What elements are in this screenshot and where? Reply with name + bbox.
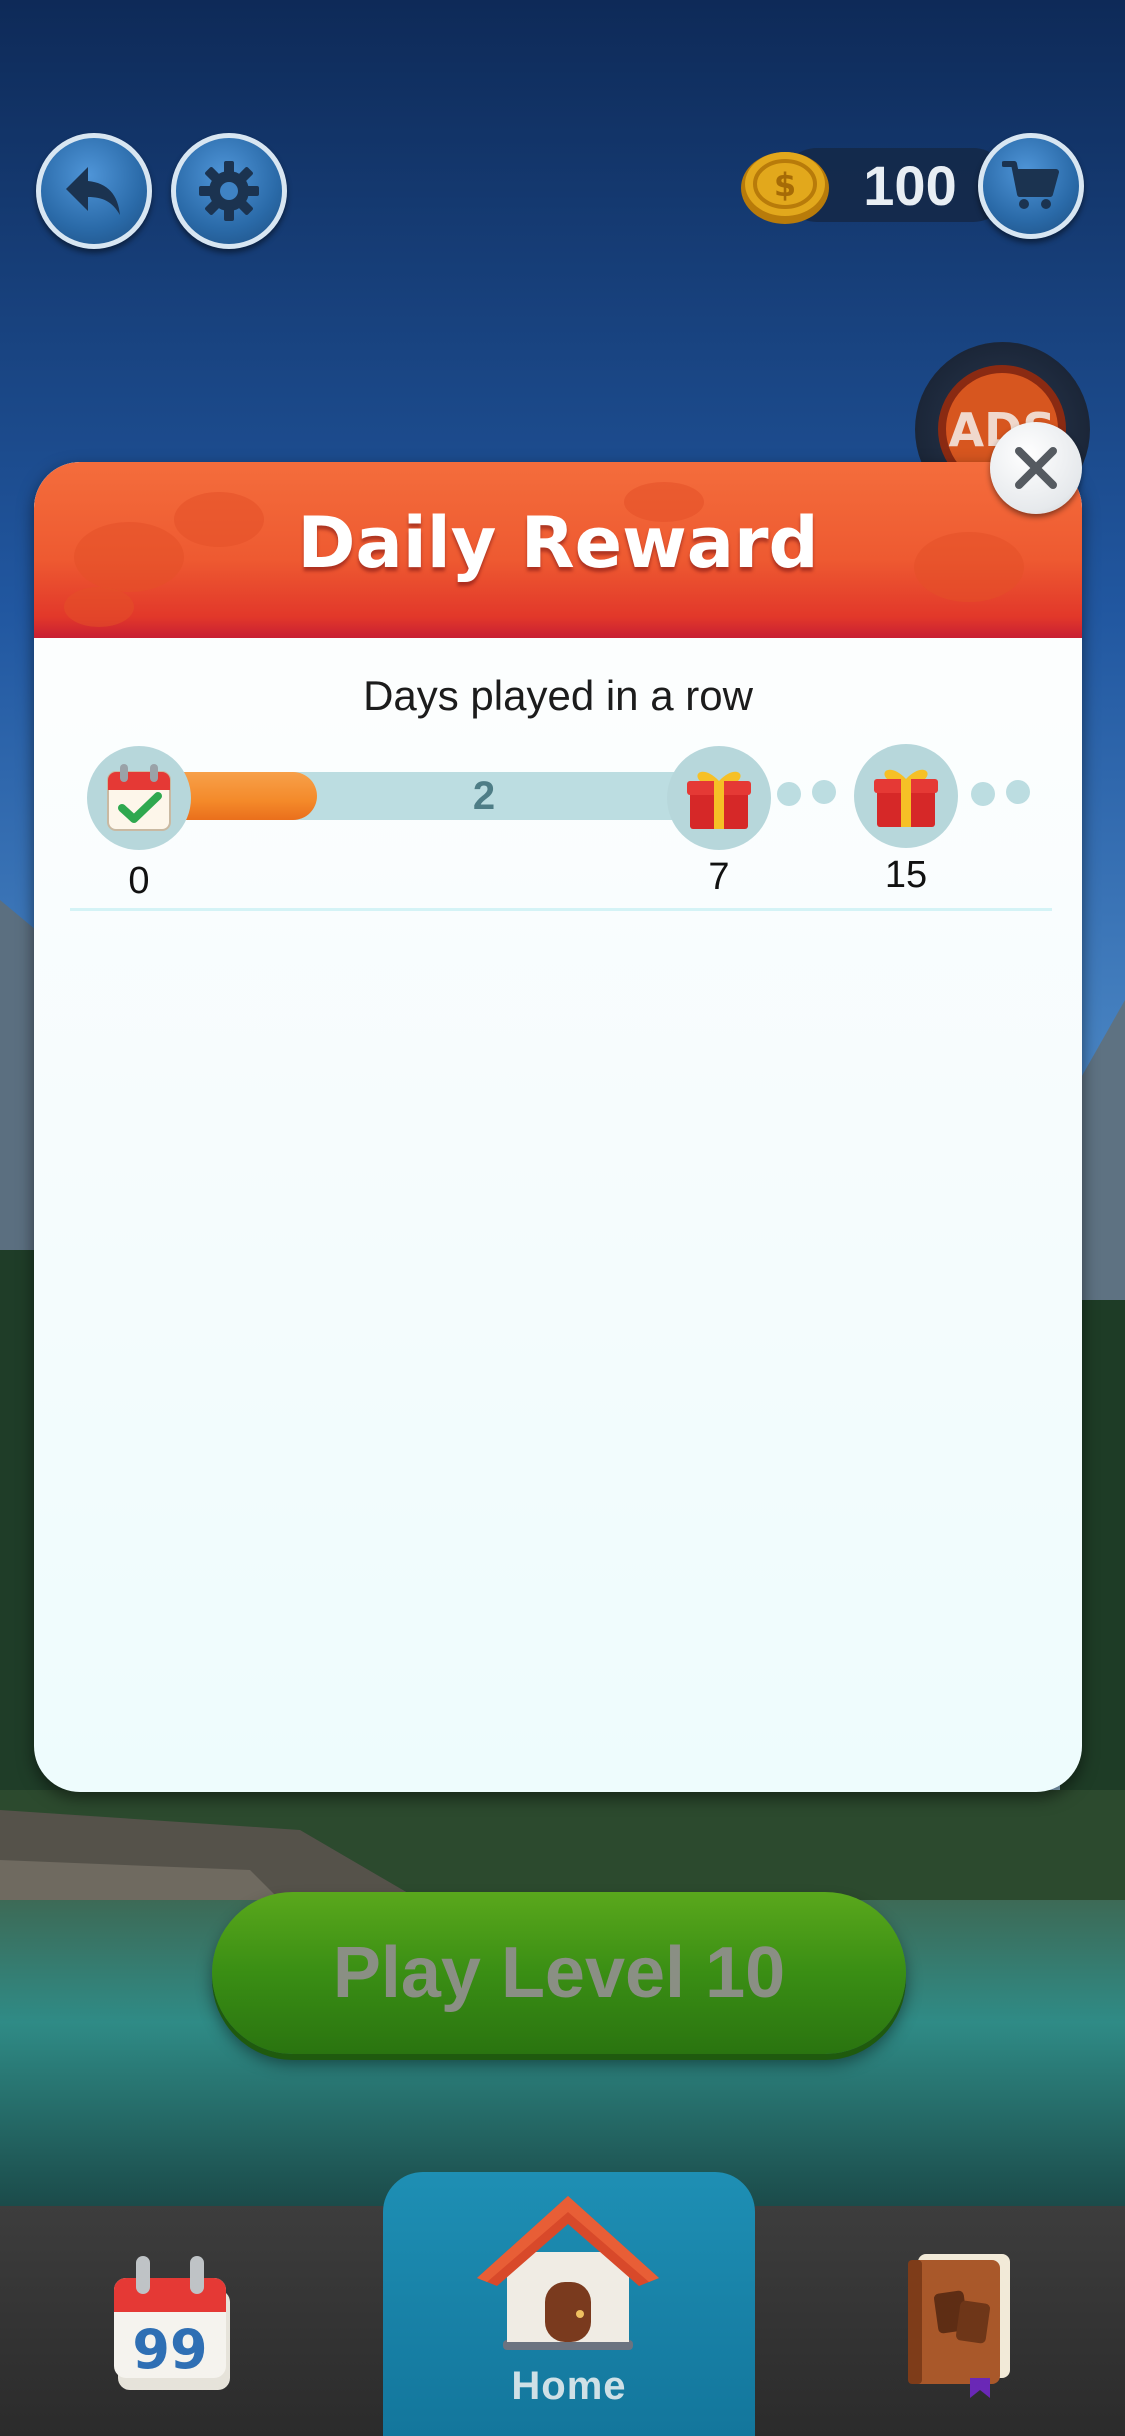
progress-dot bbox=[777, 782, 801, 806]
streak-start-marker bbox=[87, 746, 191, 850]
calendar-check-icon bbox=[107, 764, 171, 831]
streak-subtitle: Days played in a row bbox=[363, 672, 753, 719]
milestone-day-15[interactable] bbox=[854, 744, 958, 848]
close-button[interactable] bbox=[990, 422, 1082, 514]
progress-dot bbox=[812, 780, 836, 804]
header-decor bbox=[64, 587, 134, 627]
book-icon bbox=[908, 2254, 1010, 2398]
calendar-quote-icon: 99 bbox=[114, 2256, 230, 2390]
svg-text:$: $ bbox=[774, 166, 796, 204]
nav-daily-quotes[interactable]: 99 bbox=[112, 2246, 236, 2394]
gift-icon bbox=[874, 769, 938, 827]
gear-icon bbox=[199, 161, 259, 221]
back-arrow-icon bbox=[66, 167, 120, 215]
house-icon bbox=[477, 2196, 659, 2350]
dialog-divider bbox=[70, 908, 1052, 911]
gift-icon bbox=[687, 771, 751, 829]
progress-dot bbox=[971, 782, 995, 806]
play-level-label: Play Level 10 bbox=[332, 1933, 786, 2013]
milestone-day-7[interactable] bbox=[667, 746, 771, 850]
svg-text:99: 99 bbox=[132, 2318, 207, 2381]
streak-start-label: 0 bbox=[128, 860, 150, 902]
back-button[interactable] bbox=[36, 133, 152, 249]
dialog-header: Daily Reward bbox=[34, 462, 1082, 638]
progress-dot bbox=[1006, 780, 1030, 804]
shop-button[interactable] bbox=[978, 133, 1084, 239]
milestone-day-15-label: 15 bbox=[884, 854, 928, 896]
streak-progress-value: 2 bbox=[472, 774, 496, 818]
nav-home-label: Home bbox=[511, 2364, 627, 2408]
cart-icon bbox=[1002, 161, 1059, 209]
nav-collection[interactable] bbox=[900, 2248, 1020, 2398]
coin-count: 100 bbox=[863, 154, 957, 217]
daily-reward-dialog: Daily Reward Days played in a row 2 0 7 bbox=[34, 462, 1082, 1792]
play-level-button[interactable]: Play Level 10 bbox=[212, 1892, 906, 2054]
settings-button[interactable] bbox=[171, 133, 287, 249]
nav-home[interactable]: Home bbox=[383, 2172, 755, 2436]
close-icon bbox=[1015, 447, 1057, 489]
dialog-title: Daily Reward bbox=[297, 502, 819, 584]
coin-icon: $ bbox=[741, 152, 829, 224]
milestone-day-7-label: 7 bbox=[708, 856, 730, 898]
